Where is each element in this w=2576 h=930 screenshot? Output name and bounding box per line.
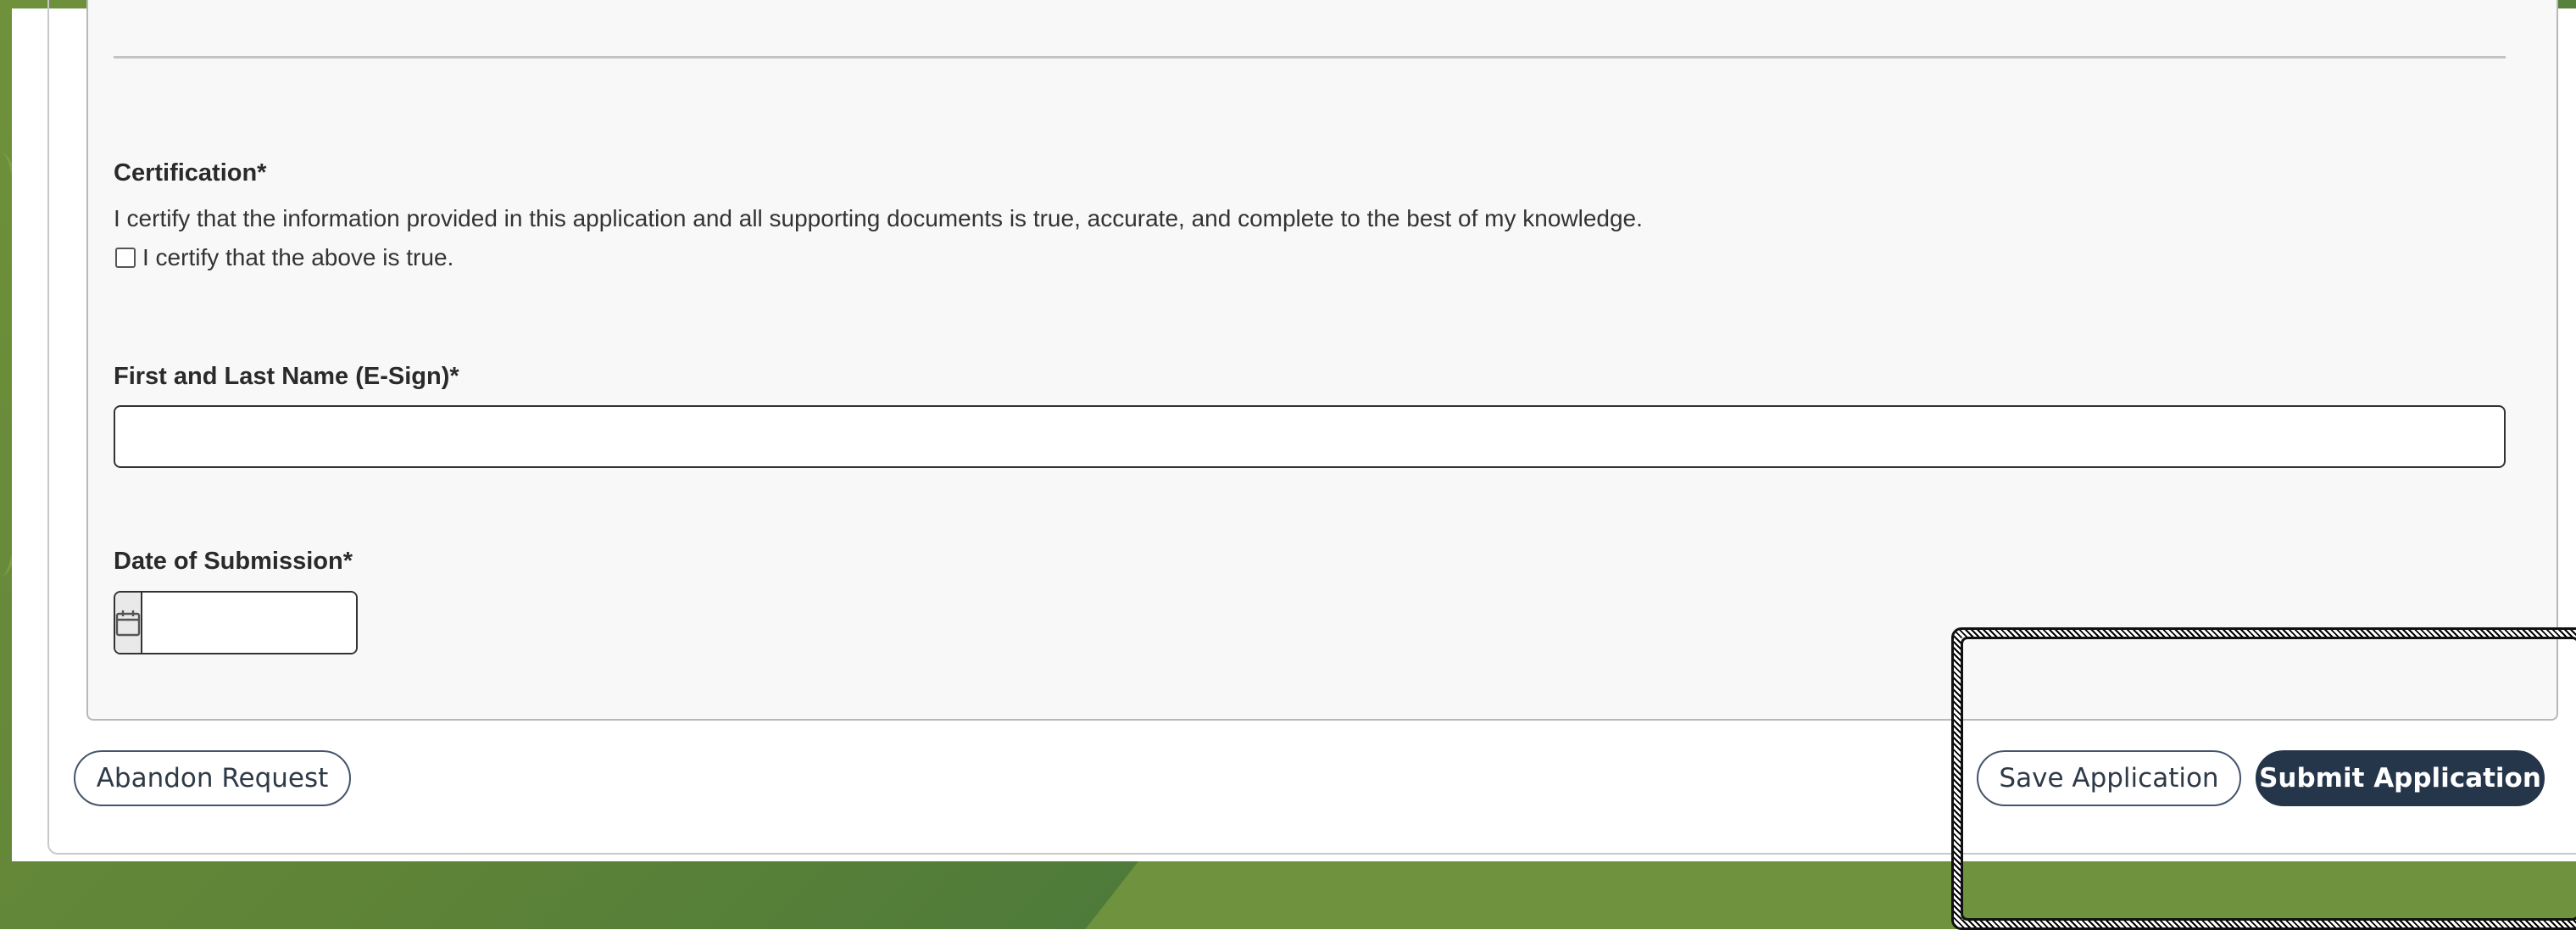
background-shape — [1060, 860, 2576, 929]
calendar-icon[interactable] — [115, 593, 142, 653]
submit-application-button[interactable]: Submit Application — [2256, 750, 2545, 806]
certify-checkbox-label[interactable]: I certify that the above is true. — [142, 244, 453, 271]
save-application-button[interactable]: Save Application — [1977, 750, 2241, 806]
certify-checkbox[interactable] — [115, 248, 136, 268]
submission-date-field[interactable] — [114, 591, 358, 654]
certification-statement: I certify that the information provided … — [114, 205, 1643, 231]
submission-date-label: Date of Submission* — [114, 548, 353, 575]
certify-checkbox-row[interactable]: I certify that the above is true. — [115, 242, 453, 273]
esign-label: First and Last Name (E-Sign)* — [114, 363, 459, 390]
certification-panel — [86, 0, 2558, 721]
submission-date-input[interactable] — [142, 593, 356, 653]
abandon-request-button[interactable]: Abandon Request — [74, 750, 351, 806]
section-divider — [114, 56, 2506, 58]
esign-name-input[interactable] — [114, 405, 2506, 468]
certification-heading: Certification* — [114, 159, 267, 187]
